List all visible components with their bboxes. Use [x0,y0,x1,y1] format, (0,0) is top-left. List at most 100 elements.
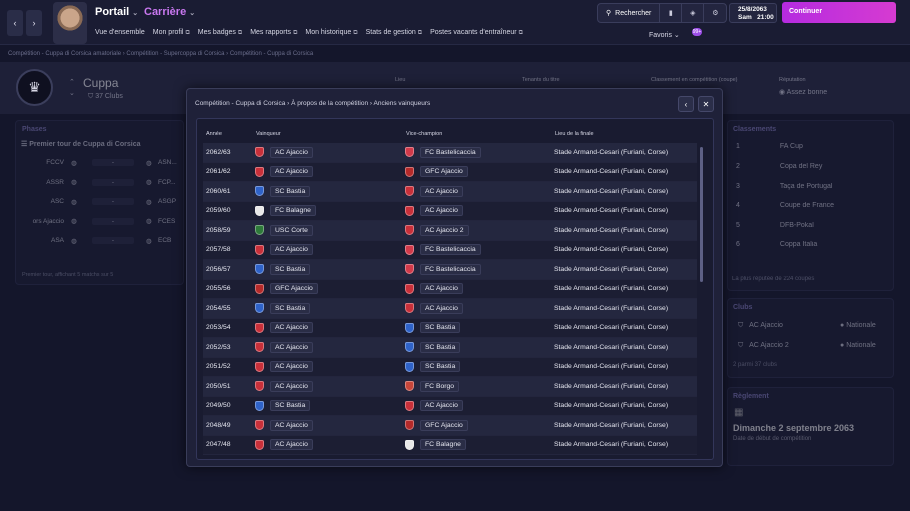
chevron-up-icon[interactable]: ⌃ [69,78,75,86]
match-row[interactable]: FCCV ◍ - ◍ ASN... [16,153,185,173]
notebook-icon[interactable]: ▮ [660,4,683,22]
header-runner-up[interactable]: Vice-champion [406,131,442,137]
table-row[interactable]: 2050/51 AC Ajaccio FC Borgo Stade Armand-Ce… [203,377,697,397]
venue-cell[interactable]: Stade Armand-Cesari (Furiani, Corse) [554,285,668,292]
winner-link[interactable]: AC Ajaccio [270,380,313,392]
header-venue[interactable]: Lieu de la finale [555,131,594,137]
venue-cell[interactable]: Stade Armand-Cesari (Furiani, Corse) [554,422,668,429]
ranking-row[interactable]: 3 Taça de Portugal [736,183,832,190]
header-winner[interactable]: Vainqueur [256,131,281,137]
venue-cell[interactable]: Stade Armand-Cesari (Furiani, Corse) [554,227,668,234]
table-row[interactable]: 2055/56 GFC Ajaccio AC Ajaccio Stade Armand… [203,279,697,299]
table-row[interactable]: 2052/53 AC Ajaccio SC Bastia Stade Armand-C… [203,338,697,358]
table-row[interactable]: 2054/55 SC Bastia AC Ajaccio Stade Armand-C… [203,299,697,319]
ranking-row[interactable]: 6 Coppa Italia [736,241,817,248]
runner-up-link[interactable]: AC Ajaccio [420,283,463,295]
table-row[interactable]: 2048/49 AC Ajaccio GFC Ajaccio Stade Armand… [203,416,697,436]
modal-breadcrumb-item[interactable]: Compétition - Cuppa di Corsica [195,100,285,107]
runner-up-link[interactable]: FC Balagne [420,439,466,451]
portal-title[interactable]: Portail ⌄ [95,6,138,18]
match-row[interactable]: ASC ◍ - ◍ ASGP [16,192,185,212]
menu-reports[interactable]: Mes rapports ⧉ [250,29,297,37]
winner-link[interactable]: FC Balagne [270,205,316,217]
forward-button[interactable]: › [26,10,42,36]
winner-link[interactable]: SC Bastia [270,400,311,412]
manager-avatar[interactable] [53,2,87,44]
table-row[interactable]: 2053/54 AC Ajaccio SC Bastia Stade Armand-C… [203,318,697,338]
venue-cell[interactable]: Stade Armand-Cesari (Furiani, Corse) [554,207,668,214]
notification-badge[interactable]: 99+ [692,28,702,36]
winner-link[interactable]: AC Ajaccio [270,146,313,158]
match-row[interactable]: ASSR ◍ - ◍ FCP... [16,173,185,193]
table-row[interactable]: 2051/52 AC Ajaccio SC Bastia Stade Armand-C… [203,357,697,377]
gear-icon[interactable]: ⚙ [704,4,726,22]
club-row[interactable]: ⛉ AC Ajaccio 2 [738,342,789,350]
venue-cell[interactable]: Stade Armand-Cesari (Furiani, Corse) [554,305,668,312]
venue-cell[interactable]: Stade Armand-Cesari (Furiani, Corse) [554,266,668,273]
chevron-down-icon[interactable]: ⌄ [69,89,75,97]
header-year[interactable]: Année [206,131,222,137]
table-row[interactable]: 2059/60 FC Balagne AC Ajaccio Stade Armand-… [203,201,697,221]
venue-cell[interactable]: Stade Armand-Cesari (Furiani, Corse) [554,383,668,390]
search-button[interactable]: ⚲ Rechercher [598,4,661,22]
favorites-dropdown[interactable]: Favoris ⌄ [649,31,680,39]
modal-close-button[interactable]: ✕ [698,96,714,112]
continue-button[interactable]: Continuer [782,2,896,23]
runner-up-link[interactable]: FC Bastelicaccia [420,146,481,158]
shield-icon[interactable]: ◈ [682,4,705,22]
runner-up-link[interactable]: SC Bastia [420,361,461,373]
venue-cell[interactable]: Stade Armand-Cesari (Furiani, Corse) [554,402,668,409]
career-title[interactable]: Carrière ⌄ [144,6,195,18]
venue-cell[interactable]: Stade Armand-Cesari (Furiani, Corse) [554,441,668,448]
breadcrumb-item[interactable]: Compétition - Cuppa di Corsica [230,51,313,57]
menu-history[interactable]: Mon historique ⧉ [305,29,357,37]
scrollbar[interactable] [700,147,703,282]
runner-up-link[interactable]: SC Bastia [420,341,461,353]
runner-up-link[interactable]: AC Ajaccio [420,302,463,314]
breadcrumb-item[interactable]: Compétition - Supercoppa di Corsica [126,51,224,57]
winner-link[interactable]: SC Bastia [270,185,311,197]
runner-up-link[interactable]: AC Ajaccio [420,205,463,217]
modal-back-button[interactable]: ‹ [678,96,694,112]
venue-cell[interactable]: Stade Armand-Cesari (Furiani, Corse) [554,246,668,253]
runner-up-link[interactable]: GFC Ajaccio [420,166,468,178]
venue-cell[interactable]: Stade Armand-Cesari (Furiani, Corse) [554,344,668,351]
table-row[interactable]: 2060/61 SC Bastia AC Ajaccio Stade Armand-C… [203,182,697,202]
winner-link[interactable]: AC Ajaccio [270,322,313,334]
table-row[interactable]: 2062/63 AC Ajaccio FC Bastelicaccia Stade A… [203,143,697,163]
winner-link[interactable]: SC Bastia [270,302,311,314]
winner-link[interactable]: USC Corte [270,224,313,236]
table-row[interactable]: 2049/50 SC Bastia AC Ajaccio Stade Armand-C… [203,396,697,416]
match-row[interactable]: ASA ◍ - ◍ ECB [16,231,185,251]
venue-cell[interactable]: Stade Armand-Cesari (Furiani, Corse) [554,324,668,331]
club-row[interactable]: ⛉ AC Ajaccio [738,322,783,330]
runner-up-link[interactable]: AC Ajaccio [420,185,463,197]
winner-link[interactable]: SC Bastia [270,263,311,275]
winner-link[interactable]: AC Ajaccio [270,244,313,256]
winner-link[interactable]: AC Ajaccio [270,166,313,178]
ranking-row[interactable]: 1 FA Cup [736,143,803,150]
runner-up-link[interactable]: AC Ajaccio [420,400,463,412]
ranking-row[interactable]: 4 Coupe de France [736,202,834,209]
round-title[interactable]: ☰ Premier tour de Cuppa di Corsica [21,140,140,148]
runner-up-link[interactable]: FC Borgo [420,380,460,392]
winner-link[interactable]: AC Ajaccio [270,361,313,373]
winner-link[interactable]: AC Ajaccio [270,439,313,451]
menu-overview[interactable]: Vue d'ensemble [95,29,145,37]
winner-link[interactable]: GFC Ajaccio [270,283,318,295]
modal-breadcrumb-item[interactable]: À propos de la compétition [291,100,368,107]
menu-badges[interactable]: Mes badges ⧉ [198,29,242,37]
table-row[interactable]: 2047/48 AC Ajaccio FC Balagne Stade Armand-… [203,435,697,455]
venue-cell[interactable]: Stade Armand-Cesari (Furiani, Corse) [554,363,668,370]
breadcrumb-item[interactable]: Compétition - Cuppa di Corsica amatorial… [8,51,121,57]
runner-up-link[interactable]: FC Bastelicaccia [420,263,481,275]
back-button[interactable]: ‹ [7,10,23,36]
table-row[interactable]: 2056/57 SC Bastia FC Bastelicaccia Stade Ar… [203,260,697,280]
match-row[interactable]: ors Ajaccio ◍ - ◍ FCES [16,212,185,232]
runner-up-link[interactable]: AC Ajaccio 2 [420,224,469,236]
winner-link[interactable]: AC Ajaccio [270,341,313,353]
winner-link[interactable]: AC Ajaccio [270,419,313,431]
table-row[interactable]: 2057/58 AC Ajaccio FC Bastelicaccia Stade A… [203,240,697,260]
runner-up-link[interactable]: FC Bastelicaccia [420,244,481,256]
menu-vacancies[interactable]: Postes vacants d'entraîneur ⧉ [430,29,523,37]
